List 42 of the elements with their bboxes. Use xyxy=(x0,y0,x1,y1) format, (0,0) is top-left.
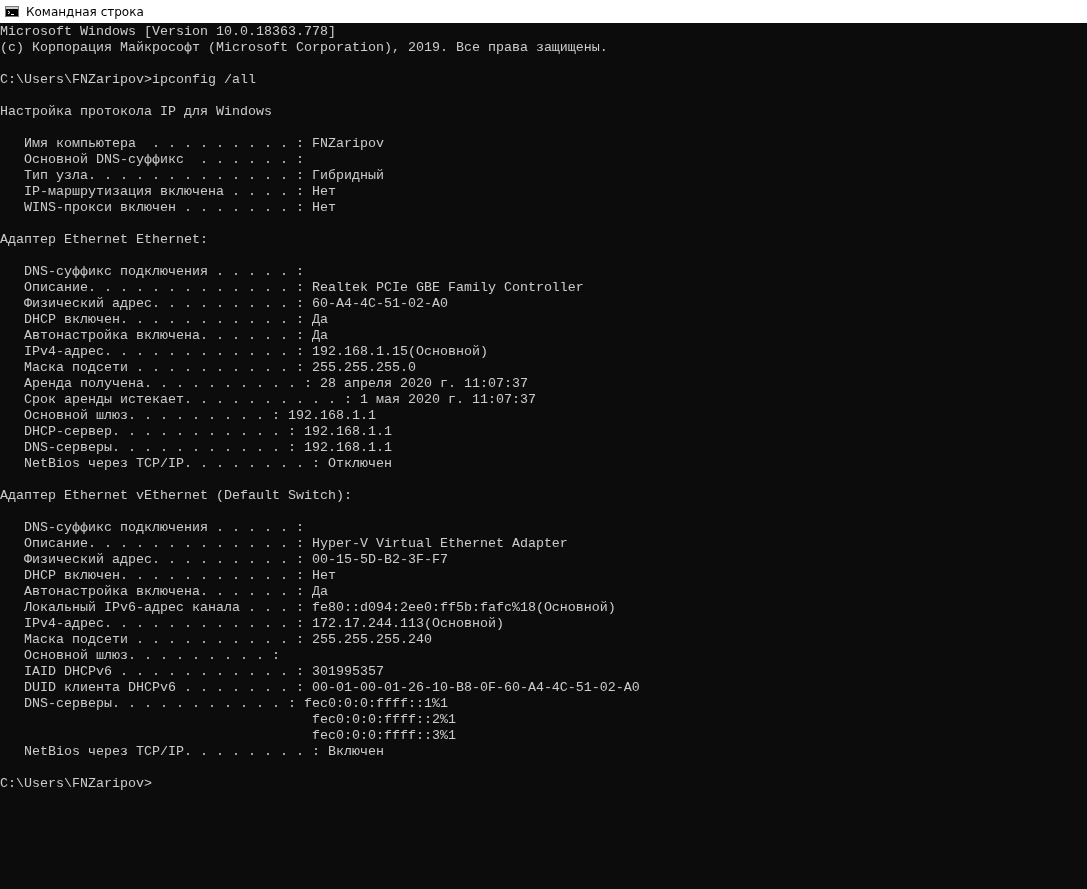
console-line: Описание. . . . . . . . . . . . . : Hyper-V Virtual Ethernet Adapter xyxy=(23,536,568,552)
console-line: fec0:0:0:ffff::2%1 xyxy=(310,712,456,728)
console-line: Тип узла. . . . . . . . . . . . . : Гибридный xyxy=(23,168,384,184)
console-line: NetBios через TCP/IP. . . . . . . . : Включен xyxy=(23,744,384,760)
console-line: Имя компьютера . . . . . . . . . : FNZaripov xyxy=(23,136,384,152)
console-line: Автонастройка включена. . . . . . : Да xyxy=(23,584,328,600)
console-line: IPv4-адрес. . . . . . . . . . . . : 192.168.1.15(Основной) xyxy=(23,344,488,360)
console-line: Маска подсети . . . . . . . . . . : 255.255.255.240 xyxy=(23,632,432,648)
console-line: IAID DHCPv6 . . . . . . . . . . . : 301995357 xyxy=(23,664,384,680)
console-line: DNS-суффикс подключения . . . . . : xyxy=(23,520,304,536)
console-line: Основной DNS-суффикс . . . . . . : xyxy=(23,152,304,168)
terminal-icon xyxy=(5,6,19,17)
console-line: NetBios через TCP/IP. . . . . . . . : Отключен xyxy=(23,456,392,472)
console-line: Основной шлюз. . . . . . . . . : 192.168.1.1 xyxy=(23,408,376,424)
console-line: IP-маршрутизация включена . . . . : Нет xyxy=(23,184,336,200)
console-line: DNS-серверы. . . . . . . . . . . : 192.168.1.1 xyxy=(23,440,392,456)
console-line: DHCP включен. . . . . . . . . . . : Нет xyxy=(23,568,336,584)
console-line: Аренда получена. . . . . . . . . . : 28 апреля 2020 г. 11:07:37 xyxy=(23,376,528,392)
console-line: Адаптер Ethernet Ethernet: xyxy=(0,232,208,248)
console-line: fec0:0:0:ffff::3%1 xyxy=(310,728,456,744)
console-line: C:\Users\FNZaripov> xyxy=(0,776,152,792)
console-line: Microsoft Windows [Version 10.0.18363.778] xyxy=(0,24,336,40)
console-line: DNS-серверы. . . . . . . . . . . : fec0:0:0:ffff::1%1 xyxy=(23,696,448,712)
console-line: DNS-суффикс подключения . . . . . : xyxy=(23,264,304,280)
console-line: DUID клиента DHCPv6 . . . . . . . : 00-01-00-01-26-10-B8-0F-60-A4-4C-51-02-A0 xyxy=(23,680,640,696)
console-line: Срок аренды истекает. . . . . . . . . . : 1 мая 2020 г. 11:07:37 xyxy=(23,392,536,408)
window-title: Командная строка xyxy=(26,4,144,19)
console-line: Автонастройка включена. . . . . . : Да xyxy=(23,328,328,344)
console-line: Физический адрес. . . . . . . . . : 60-A4-4C-51-02-A0 xyxy=(23,296,448,312)
console-line: Локальный IPv6-адрес канала . . . : fe80::d094:2ee0:ff5b:fafc%18(Основной) xyxy=(23,600,616,616)
console-line: Физический адрес. . . . . . . . . : 00-15-5D-B2-3F-F7 xyxy=(23,552,448,568)
console-line: Маска подсети . . . . . . . . . . : 255.255.255.0 xyxy=(23,360,416,376)
console-line: Адаптер Ethernet vEthernet (Default Switch): xyxy=(0,488,352,504)
console-line: Настройка протокола IP для Windows xyxy=(0,104,272,120)
console-line: (c) Корпорация Майкрософт (Microsoft Corporation), 2019. Все права защищены. xyxy=(0,40,608,56)
console-line: DHCP-сервер. . . . . . . . . . . : 192.168.1.1 xyxy=(23,424,392,440)
console-line: C:\Users\FNZaripov>ipconfig /all xyxy=(0,72,256,88)
console-line: IPv4-адрес. . . . . . . . . . . . : 172.17.244.113(Основной) xyxy=(23,616,504,632)
console-line: Основной шлюз. . . . . . . . . : xyxy=(23,648,280,664)
console-line: Описание. . . . . . . . . . . . . : Realtek PCIe GBE Family Controller xyxy=(23,280,584,296)
console-line: WINS-прокси включен . . . . . . . : Нет xyxy=(23,200,336,216)
console-line: DHCP включен. . . . . . . . . . . : Да xyxy=(23,312,328,328)
